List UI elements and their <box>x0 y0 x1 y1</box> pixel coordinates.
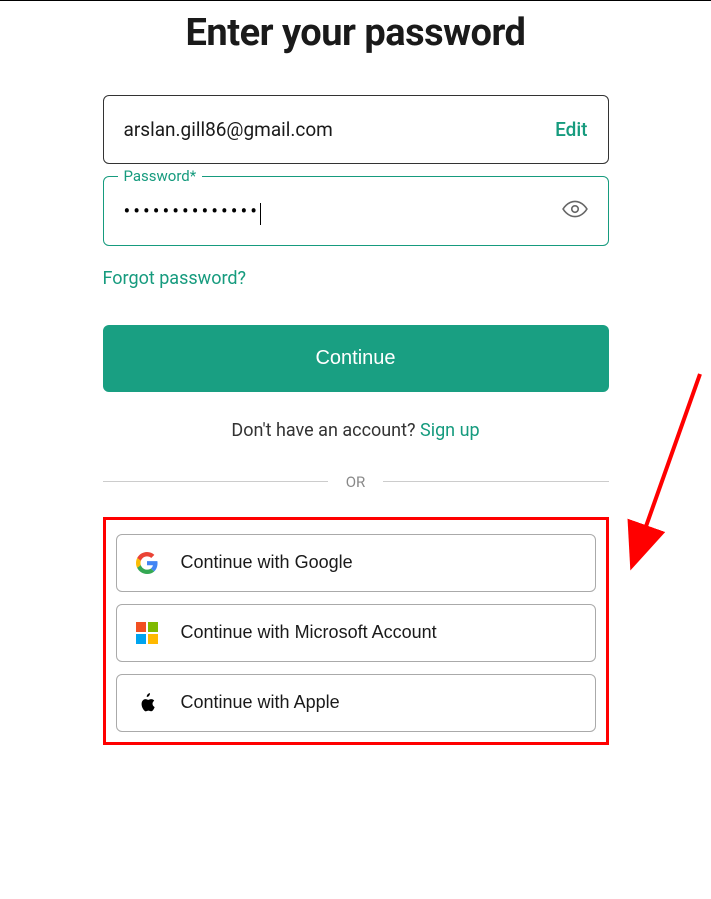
microsoft-icon <box>135 621 159 645</box>
google-label: Continue with Google <box>181 552 353 573</box>
email-value: arslan.gill86@gmail.com <box>124 118 333 141</box>
apple-icon <box>135 691 159 715</box>
signup-prompt: Don't have an account? Sign up <box>103 420 609 441</box>
or-divider: OR <box>103 473 609 491</box>
divider-line-left <box>103 481 328 482</box>
edit-email-link[interactable]: Edit <box>555 118 587 141</box>
divider-line-right <box>383 481 608 482</box>
google-icon <box>135 551 159 575</box>
continue-google-button[interactable]: Continue with Google <box>116 534 596 592</box>
password-label: Password* <box>118 167 203 185</box>
microsoft-label: Continue with Microsoft Account <box>181 622 437 643</box>
eye-icon[interactable] <box>562 196 588 226</box>
page-title: Enter your password <box>103 11 609 55</box>
apple-label: Continue with Apple <box>181 692 340 713</box>
text-cursor <box>260 203 261 225</box>
signup-prompt-text: Don't have an account? <box>231 420 415 441</box>
password-input[interactable]: •••••••••••••• <box>124 199 260 223</box>
email-display: arslan.gill86@gmail.com Edit <box>103 95 609 164</box>
password-input-wrapper[interactable]: Password* •••••••••••••• <box>103 176 609 246</box>
continue-button[interactable]: Continue <box>103 325 609 392</box>
signup-link[interactable]: Sign up <box>420 420 480 441</box>
divider-label: OR <box>328 473 384 491</box>
continue-microsoft-button[interactable]: Continue with Microsoft Account <box>116 604 596 662</box>
social-login-section: Continue with Google Continue with Micro… <box>103 517 609 745</box>
continue-apple-button[interactable]: Continue with Apple <box>116 674 596 732</box>
forgot-password-link[interactable]: Forgot password? <box>103 268 609 289</box>
